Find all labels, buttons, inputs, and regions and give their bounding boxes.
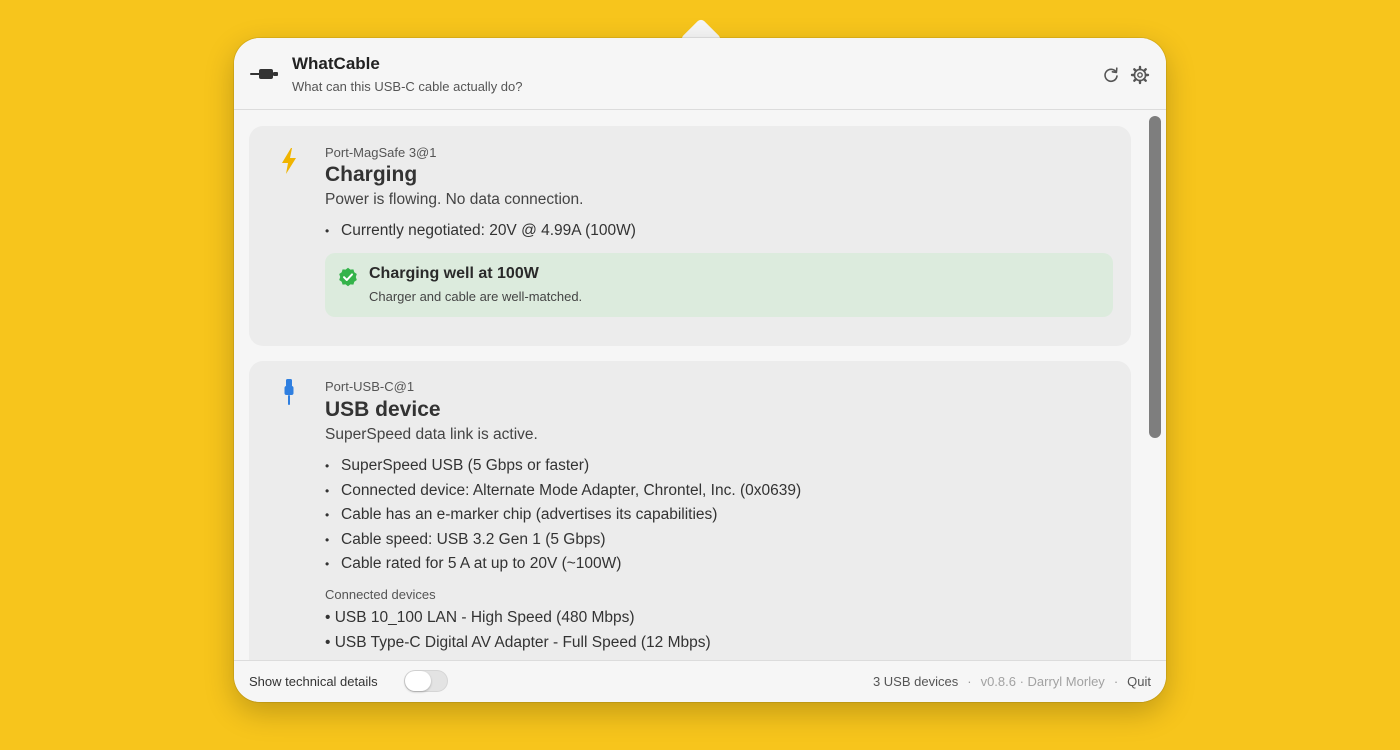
connected-devices-list: • USB 10_100 LAN - High Speed (480 Mbps)…: [325, 606, 711, 655]
quit-button[interactable]: Quit: [1127, 674, 1151, 689]
app-title: WhatCable: [292, 54, 380, 73]
cable-plug-icon: [250, 69, 278, 79]
scrollbar-thumb[interactable]: [1149, 116, 1161, 438]
bullet-item: • Connected device: Alternate Mode Adapte…: [325, 481, 802, 499]
whatcable-window: WhatCable What can this USB-C cable actu…: [234, 38, 1166, 702]
status-title: Charging well at 100W: [369, 265, 539, 282]
footer: Show technical details 3 USB devices · v0.…: [234, 660, 1166, 702]
card-description: SuperSpeed data link is active.: [325, 426, 538, 443]
port-name: Port-MagSafe 3@1: [325, 145, 437, 160]
status-description: Charger and cable are well-matched.: [369, 289, 583, 304]
card-title: USB device: [325, 398, 441, 421]
usb-bullets: • SuperSpeed USB (5 Gbps or faster) • Conn…: [325, 454, 801, 577]
charging-bullets: • Currently negotiated: 20V @ 4.99A (100W…: [325, 219, 636, 244]
card-title: Charging: [325, 163, 418, 186]
charging-card: Port-MagSafe 3@1 Charging Power is flowi…: [249, 126, 1131, 346]
usb-card: Port-USB-C@1 USB device SuperSpeed data …: [249, 361, 1131, 660]
usb-device-count[interactable]: 3 USB devices: [873, 674, 958, 689]
separator: ·: [967, 674, 972, 689]
bullet-item: • Cable speed: USB 3.2 Gen 1 (5 Gbps): [325, 530, 606, 548]
version-author: v0.8.6 · Darryl Morley: [980, 674, 1105, 689]
bullet-item: • Cable rated for 5 A at up to 20V (~100W…: [325, 555, 622, 573]
lightning-bolt-icon: [282, 148, 296, 174]
charging-status-box: Charging well at 100W Charger and cable …: [325, 253, 1113, 317]
bullet-item: • Cable has an e-marker chip (advertises …: [325, 506, 718, 524]
card-description: Power is flowing. No data connection.: [325, 191, 584, 208]
gear-icon[interactable]: [1130, 65, 1150, 85]
bullet-item: • Currently negotiated: 20V @ 4.99A (100W…: [325, 222, 636, 239]
technical-details-label: Show technical details: [249, 674, 378, 689]
bullet-item: • SuperSpeed USB (5 Gbps or faster): [325, 457, 590, 474]
refresh-icon[interactable]: [1101, 65, 1121, 85]
content-scroll-area[interactable]: Port-MagSafe 3@1 Charging Power is flowi…: [234, 111, 1166, 660]
footer-info: 3 USB devices · v0.8.6 · Darryl Morley · Qui…: [873, 674, 1151, 689]
header: WhatCable What can this USB-C cable actu…: [234, 38, 1166, 110]
checkmark-badge-icon: [339, 267, 357, 287]
port-name: Port-USB-C@1: [325, 379, 415, 394]
app-subtitle: What can this USB-C cable actually do?: [292, 79, 523, 94]
separator: ·: [1113, 674, 1119, 689]
usb-plug-icon: [284, 379, 294, 405]
connected-device-item: • USB 10_100 LAN - High Speed (480 Mbps): [325, 609, 635, 626]
toggle-knob: [405, 671, 431, 691]
connected-device-item: • USB Type-C Digital AV Adapter - Full S…: [325, 633, 711, 651]
technical-details-toggle[interactable]: [404, 670, 448, 692]
connected-devices-heading: Connected devices: [325, 587, 436, 602]
